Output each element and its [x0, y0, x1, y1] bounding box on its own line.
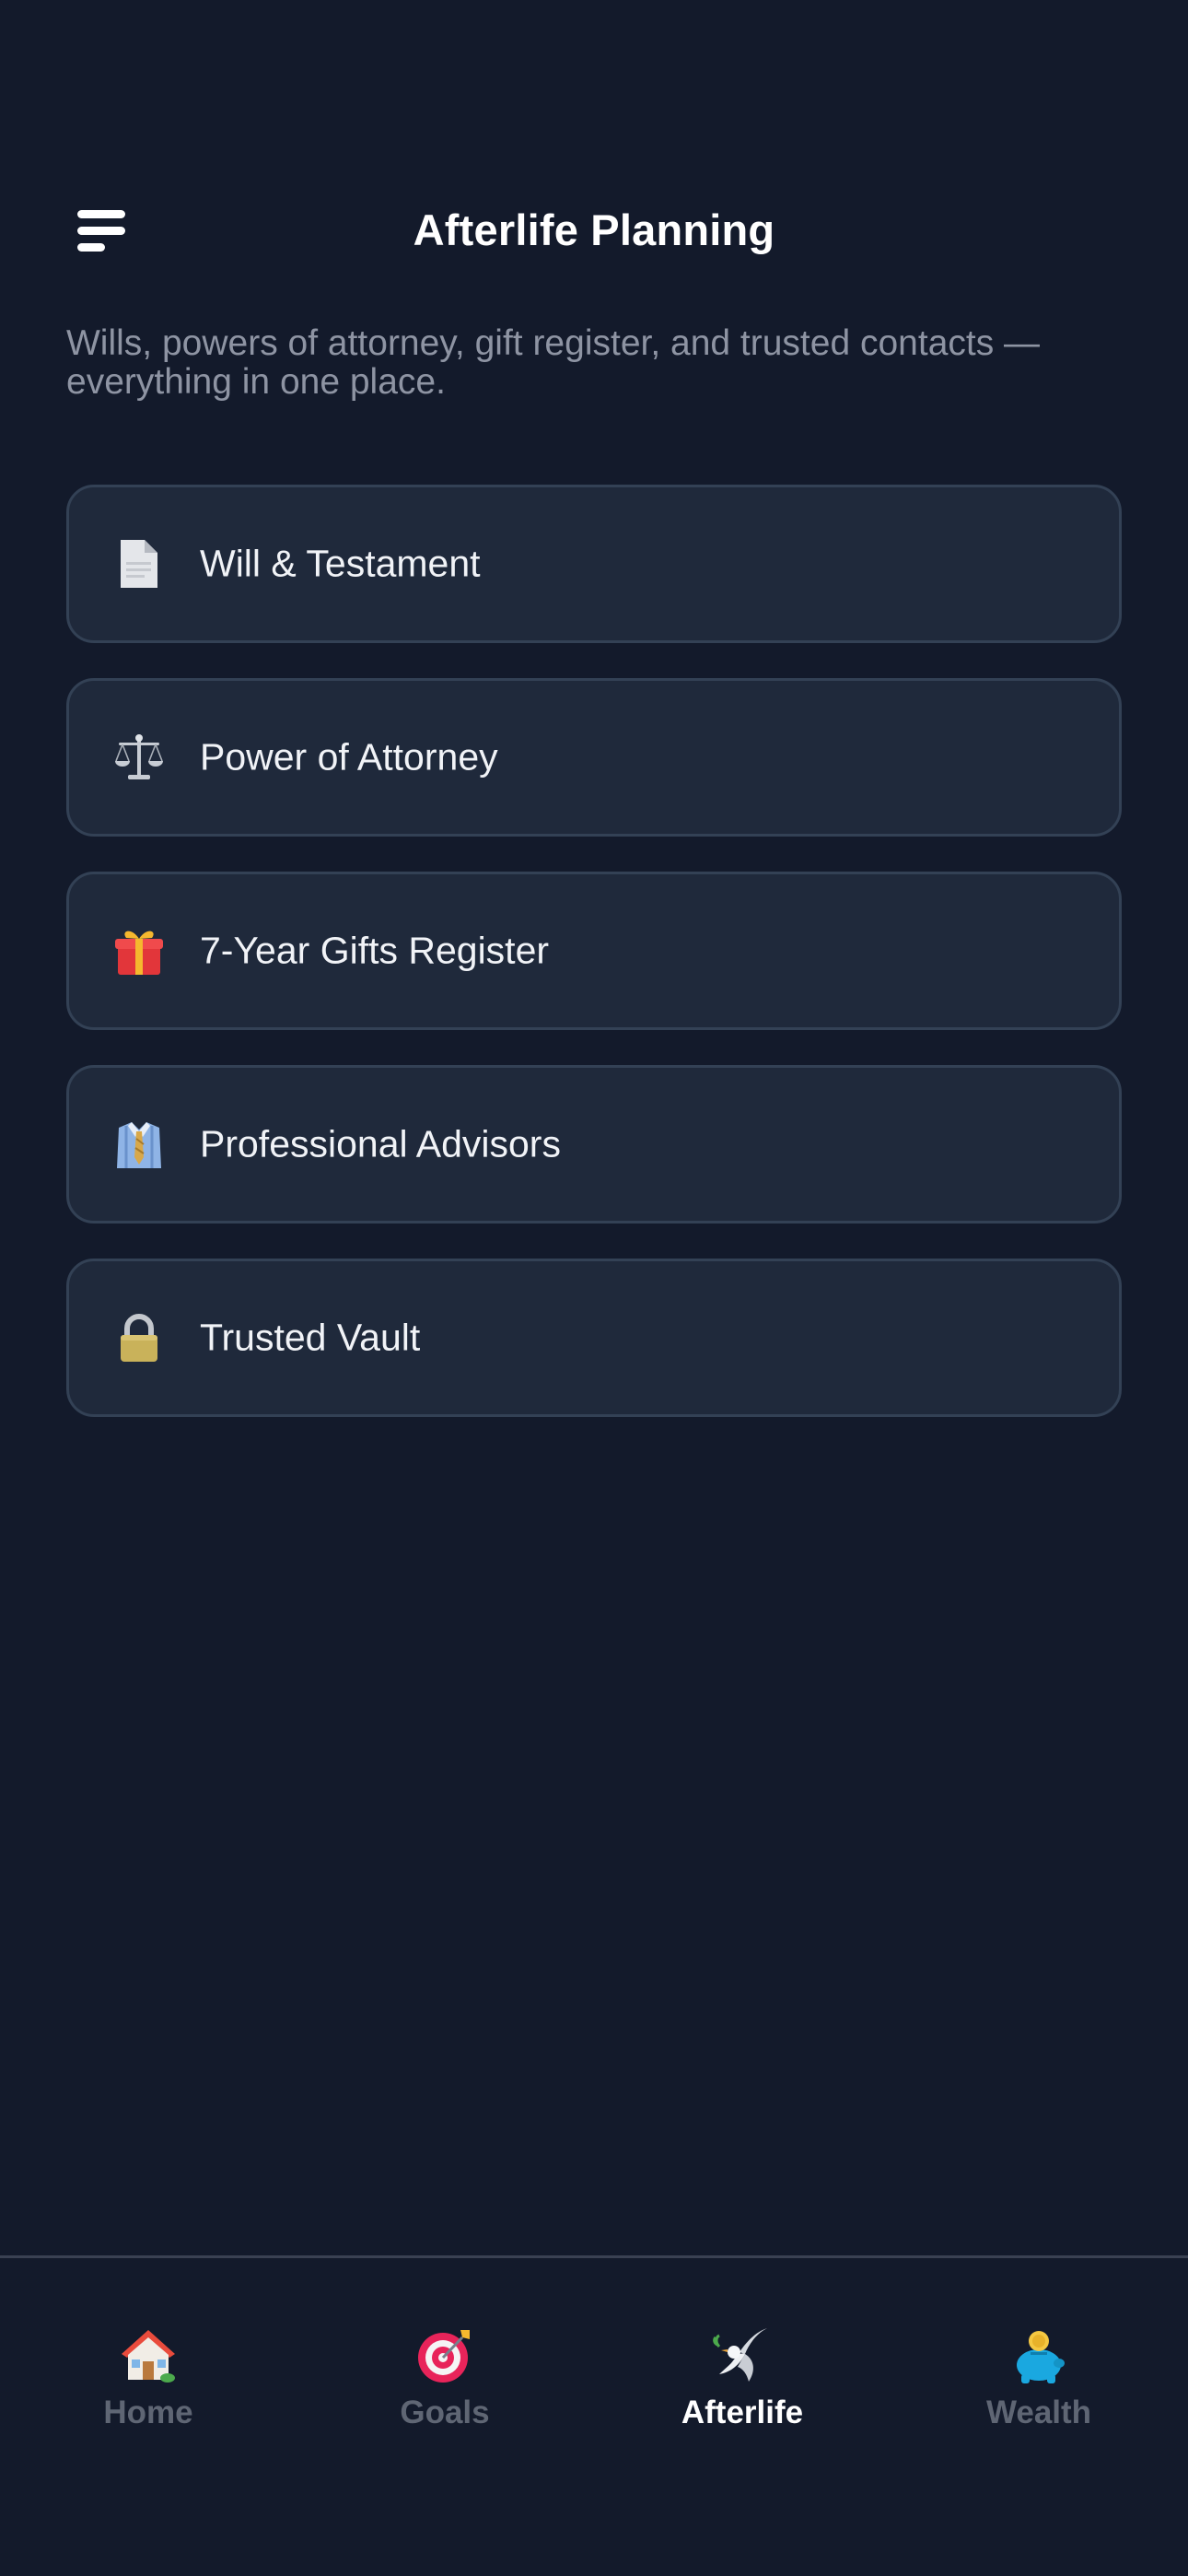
menu-item-gifts-register[interactable]: 7-Year Gifts Register	[66, 872, 1122, 1030]
menu-item-label: Will & Testament	[200, 542, 481, 585]
dove-icon	[712, 2324, 773, 2385]
bottom-tab-bar: Home Goals Afterlife Wealth	[0, 2255, 1188, 2576]
target-icon	[414, 2324, 475, 2385]
tab-afterlife[interactable]: Afterlife	[632, 2324, 853, 2463]
piggy-bank-icon	[1008, 2324, 1069, 2385]
padlock-icon	[113, 1312, 165, 1364]
menu-item-professional-advisors[interactable]: Professional Advisors	[66, 1065, 1122, 1224]
tab-label: Afterlife	[681, 2395, 804, 2430]
house-icon	[118, 2324, 179, 2385]
tab-wealth[interactable]: Wealth	[928, 2324, 1149, 2463]
afterlife-planning-screen: Afterlife Planning Wills, powers of atto…	[0, 0, 1188, 2576]
menu-item-will-testament[interactable]: Will & Testament	[66, 485, 1122, 643]
planning-menu-list: Will & Testament Power of Attorney 7-Yea…	[66, 485, 1122, 1452]
necktie-shirt-icon	[113, 1118, 165, 1170]
tab-label: Wealth	[985, 2395, 1092, 2430]
page-title: Afterlife Planning	[413, 205, 775, 254]
menu-item-label: Trusted Vault	[200, 1316, 421, 1359]
tab-label: Home	[103, 2395, 193, 2430]
intro-text: Wills, powers of attorney, gift register…	[66, 323, 1041, 402]
menu-item-power-of-attorney[interactable]: Power of Attorney	[66, 678, 1122, 837]
tab-label: Goals	[400, 2395, 490, 2430]
scales-icon	[113, 732, 165, 783]
gift-icon	[113, 925, 165, 977]
document-icon	[113, 538, 165, 590]
menu-item-label: Power of Attorney	[200, 735, 498, 779]
menu-item-label: 7-Year Gifts Register	[200, 929, 550, 972]
header: Afterlife Planning	[0, 184, 1188, 276]
menu-item-label: Professional Advisors	[200, 1122, 561, 1165]
tab-goals[interactable]: Goals	[334, 2324, 555, 2463]
tab-home[interactable]: Home	[38, 2324, 259, 2463]
menu-item-trusted-vault[interactable]: Trusted Vault	[66, 1259, 1122, 1417]
